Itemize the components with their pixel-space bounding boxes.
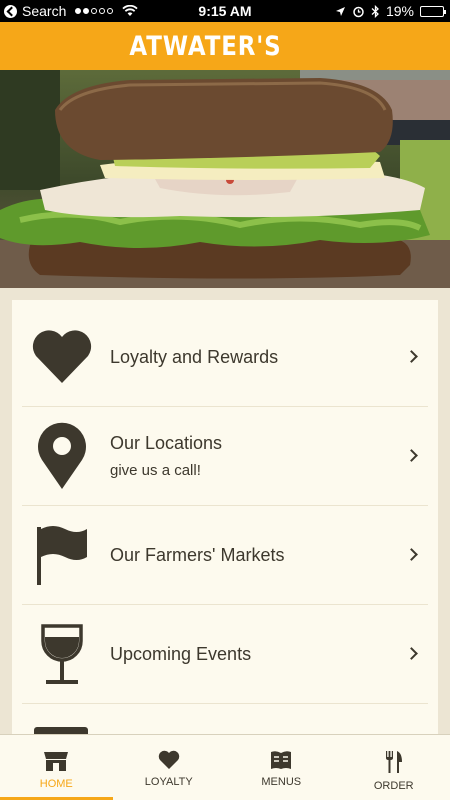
battery-icon xyxy=(420,5,446,17)
bluetooth-icon xyxy=(371,4,379,18)
app-logo: ATWATER'S xyxy=(128,30,282,62)
fork-knife-icon xyxy=(385,751,402,773)
tab-label: HOME xyxy=(39,778,73,790)
hero-image xyxy=(0,70,450,288)
flag-icon xyxy=(37,526,87,585)
app-header: ATWATER'S xyxy=(0,22,450,70)
tab-loyalty[interactable]: LOYALTY xyxy=(113,735,226,800)
menu-item-loyalty[interactable]: Loyalty and Rewards xyxy=(22,308,428,407)
chevron-right-icon xyxy=(405,350,418,363)
storefront-icon xyxy=(44,752,69,771)
chevron-right-icon xyxy=(405,647,418,660)
status-right: 19% xyxy=(335,3,446,19)
alarm-icon xyxy=(353,6,364,17)
main-menu: Loyalty and Rewards Our Locations give u… xyxy=(12,300,438,740)
menu-item-title: Our Locations xyxy=(110,433,223,453)
tab-label: ORDER xyxy=(373,780,414,792)
menu-item-subtitle: give us a call! xyxy=(110,462,201,479)
tab-order[interactable]: ORDER xyxy=(338,735,450,800)
heart-icon xyxy=(32,330,92,383)
status-bar: Search 9:15 AM 19% xyxy=(0,0,450,22)
menu-item-farmers-markets[interactable]: Our Farmers' Markets xyxy=(22,506,428,605)
tab-home[interactable]: HOME xyxy=(0,735,113,800)
tab-label: MENUS xyxy=(261,776,302,788)
tab-label: LOYALTY xyxy=(144,776,193,788)
map-pin-icon xyxy=(38,422,86,489)
tab-menus[interactable]: MENUS xyxy=(225,735,338,800)
book-icon xyxy=(271,751,292,769)
battery-percent: 19% xyxy=(385,3,414,19)
menu-item-events[interactable]: Upcoming Events xyxy=(22,605,428,704)
menu-item-title: Upcoming Events xyxy=(110,643,252,664)
chevron-right-icon xyxy=(405,449,418,462)
bottom-tab-bar: HOME LOYALTY MENUS ORDER xyxy=(0,734,450,800)
heart-icon xyxy=(158,750,179,769)
wine-glass-icon xyxy=(41,624,83,684)
menu-item-title: Loyalty and Rewards xyxy=(110,346,279,367)
location-arrow-icon xyxy=(335,6,345,16)
menu-item-locations[interactable]: Our Locations give us a call! xyxy=(22,407,428,506)
sandwich-photo-icon xyxy=(0,70,450,288)
menu-item-title: Our Farmers' Markets xyxy=(110,544,285,565)
chevron-right-icon xyxy=(405,548,418,561)
